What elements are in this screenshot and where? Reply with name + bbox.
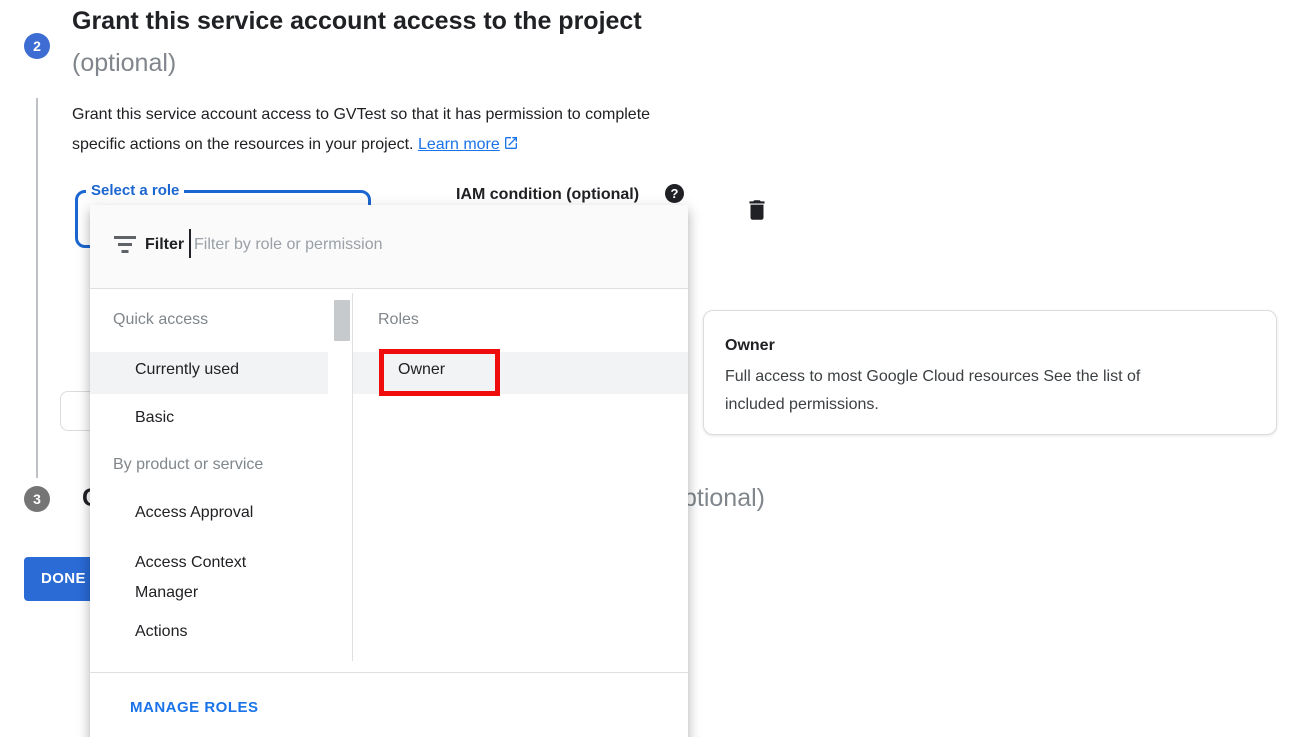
external-link-icon [503,132,519,162]
filter-label: Filter [145,236,184,254]
description-line-2: specific actions on the resources in you… [72,136,414,153]
role-description-card: Owner Full access to most Google Cloud r… [703,310,1277,435]
section-header-roles: Roles [378,311,419,329]
role-card-body-line-1: Full access to most Google Cloud resourc… [725,363,1140,391]
annotation-highlight-box [379,349,500,396]
step-2-title: Grant this service account access to the… [72,7,642,36]
role-dropdown-panel: Filter Quick access Currently used Basic… [90,205,688,737]
footer-divider [90,672,688,673]
manage-roles-button[interactable]: MANAGE ROLES [130,699,259,716]
scrollbar-thumb[interactable] [334,300,350,341]
role-select-label: Select a role [86,182,184,199]
step-2-badge: 2 [24,33,50,59]
category-item-access-context-manager[interactable]: Access Context Manager [135,548,285,608]
section-header-quick-access: Quick access [113,311,208,329]
category-item-basic[interactable]: Basic [135,409,174,427]
category-item-access-approval[interactable]: Access Approval [135,504,253,522]
step-2-title-optional: (optional) [72,49,176,78]
filter-input[interactable] [194,227,614,263]
grant-service-account-access-screen: 2 Grant this service account access to t… [0,0,1296,737]
filter-icon [114,235,136,259]
section-header-by-product: By product or service [113,456,263,474]
category-item-currently-used[interactable]: Currently used [135,361,239,379]
step-3-heading-fragment-right: ptional) [683,484,765,513]
role-card-body-line-2: included permissions. [725,391,1140,419]
step-connector-line [36,98,38,478]
help-icon[interactable]: ? [665,184,684,203]
description-line-1: Grant this service account access to GVT… [72,100,832,130]
role-card-body: Full access to most Google Cloud resourc… [725,363,1140,419]
filter-row: Filter [90,205,688,289]
role-card-title: Owner [725,337,775,355]
category-item-actions[interactable]: Actions [135,623,187,641]
column-divider [352,293,353,661]
step-3-badge: 3 [24,486,50,512]
trash-icon [744,210,770,227]
delete-role-button[interactable] [744,197,770,223]
text-cursor [189,229,191,258]
learn-more-link[interactable]: Learn more [418,136,500,153]
step-2-description: Grant this service account access to GVT… [72,100,832,162]
iam-condition-label: IAM condition (optional) [456,186,639,204]
